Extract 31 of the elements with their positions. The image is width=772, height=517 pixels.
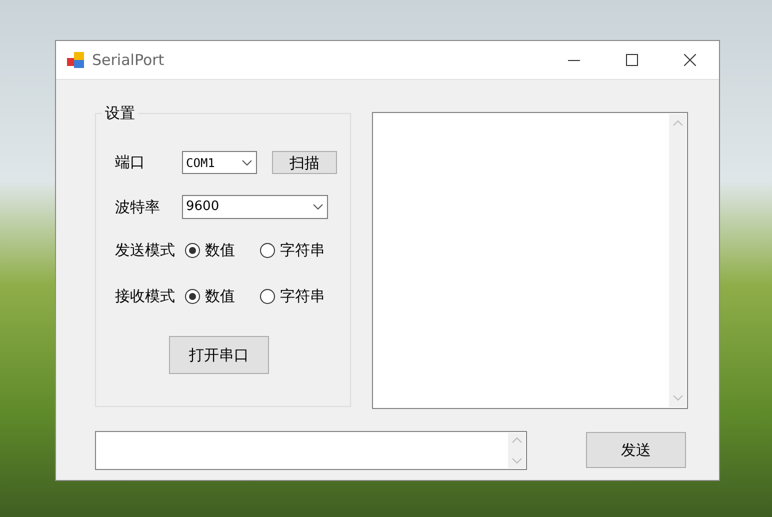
radio-button[interactable]: [185, 288, 200, 304]
spin-scrollbar[interactable]: [508, 433, 525, 468]
app-icon: [67, 52, 84, 68]
send-button[interactable]: 发送: [586, 432, 686, 468]
radio-button[interactable]: [260, 288, 275, 304]
open-port-button[interactable]: 打开串口: [169, 336, 269, 374]
send-mode-label: 发送模式: [115, 240, 176, 261]
radio-button[interactable]: [260, 242, 275, 258]
chevron-down-icon: [672, 395, 682, 401]
chevron-down-icon: [313, 204, 323, 210]
baud-rate-label: 波特率: [115, 196, 161, 218]
radio-label[interactable]: 数值: [205, 284, 235, 308]
vertical-scrollbar[interactable]: [669, 114, 686, 407]
port-dropdown[interactable]: COM1: [182, 151, 257, 174]
maximize-icon: [626, 54, 638, 66]
scan-button[interactable]: 扫描: [272, 151, 337, 174]
send-input-field[interactable]: [95, 431, 527, 470]
radio-label[interactable]: 字符串: [280, 284, 325, 308]
chevron-down-icon: [242, 160, 252, 166]
port-label: 端口: [115, 152, 146, 173]
radio-label[interactable]: 字符串: [280, 238, 325, 262]
window-title: SerialPort: [92, 50, 164, 71]
chevron-up-icon: [512, 437, 522, 443]
radio-label[interactable]: 数值: [205, 238, 235, 262]
chevron-down-icon: [512, 458, 522, 464]
close-icon: [684, 54, 696, 66]
receive-mode-label: 接收模式: [115, 286, 176, 307]
baud-rate-dropdown[interactable]: 9600: [182, 195, 328, 219]
group-title: 设置: [102, 103, 138, 123]
radio-button[interactable]: [185, 242, 200, 258]
chevron-up-icon: [672, 120, 682, 126]
